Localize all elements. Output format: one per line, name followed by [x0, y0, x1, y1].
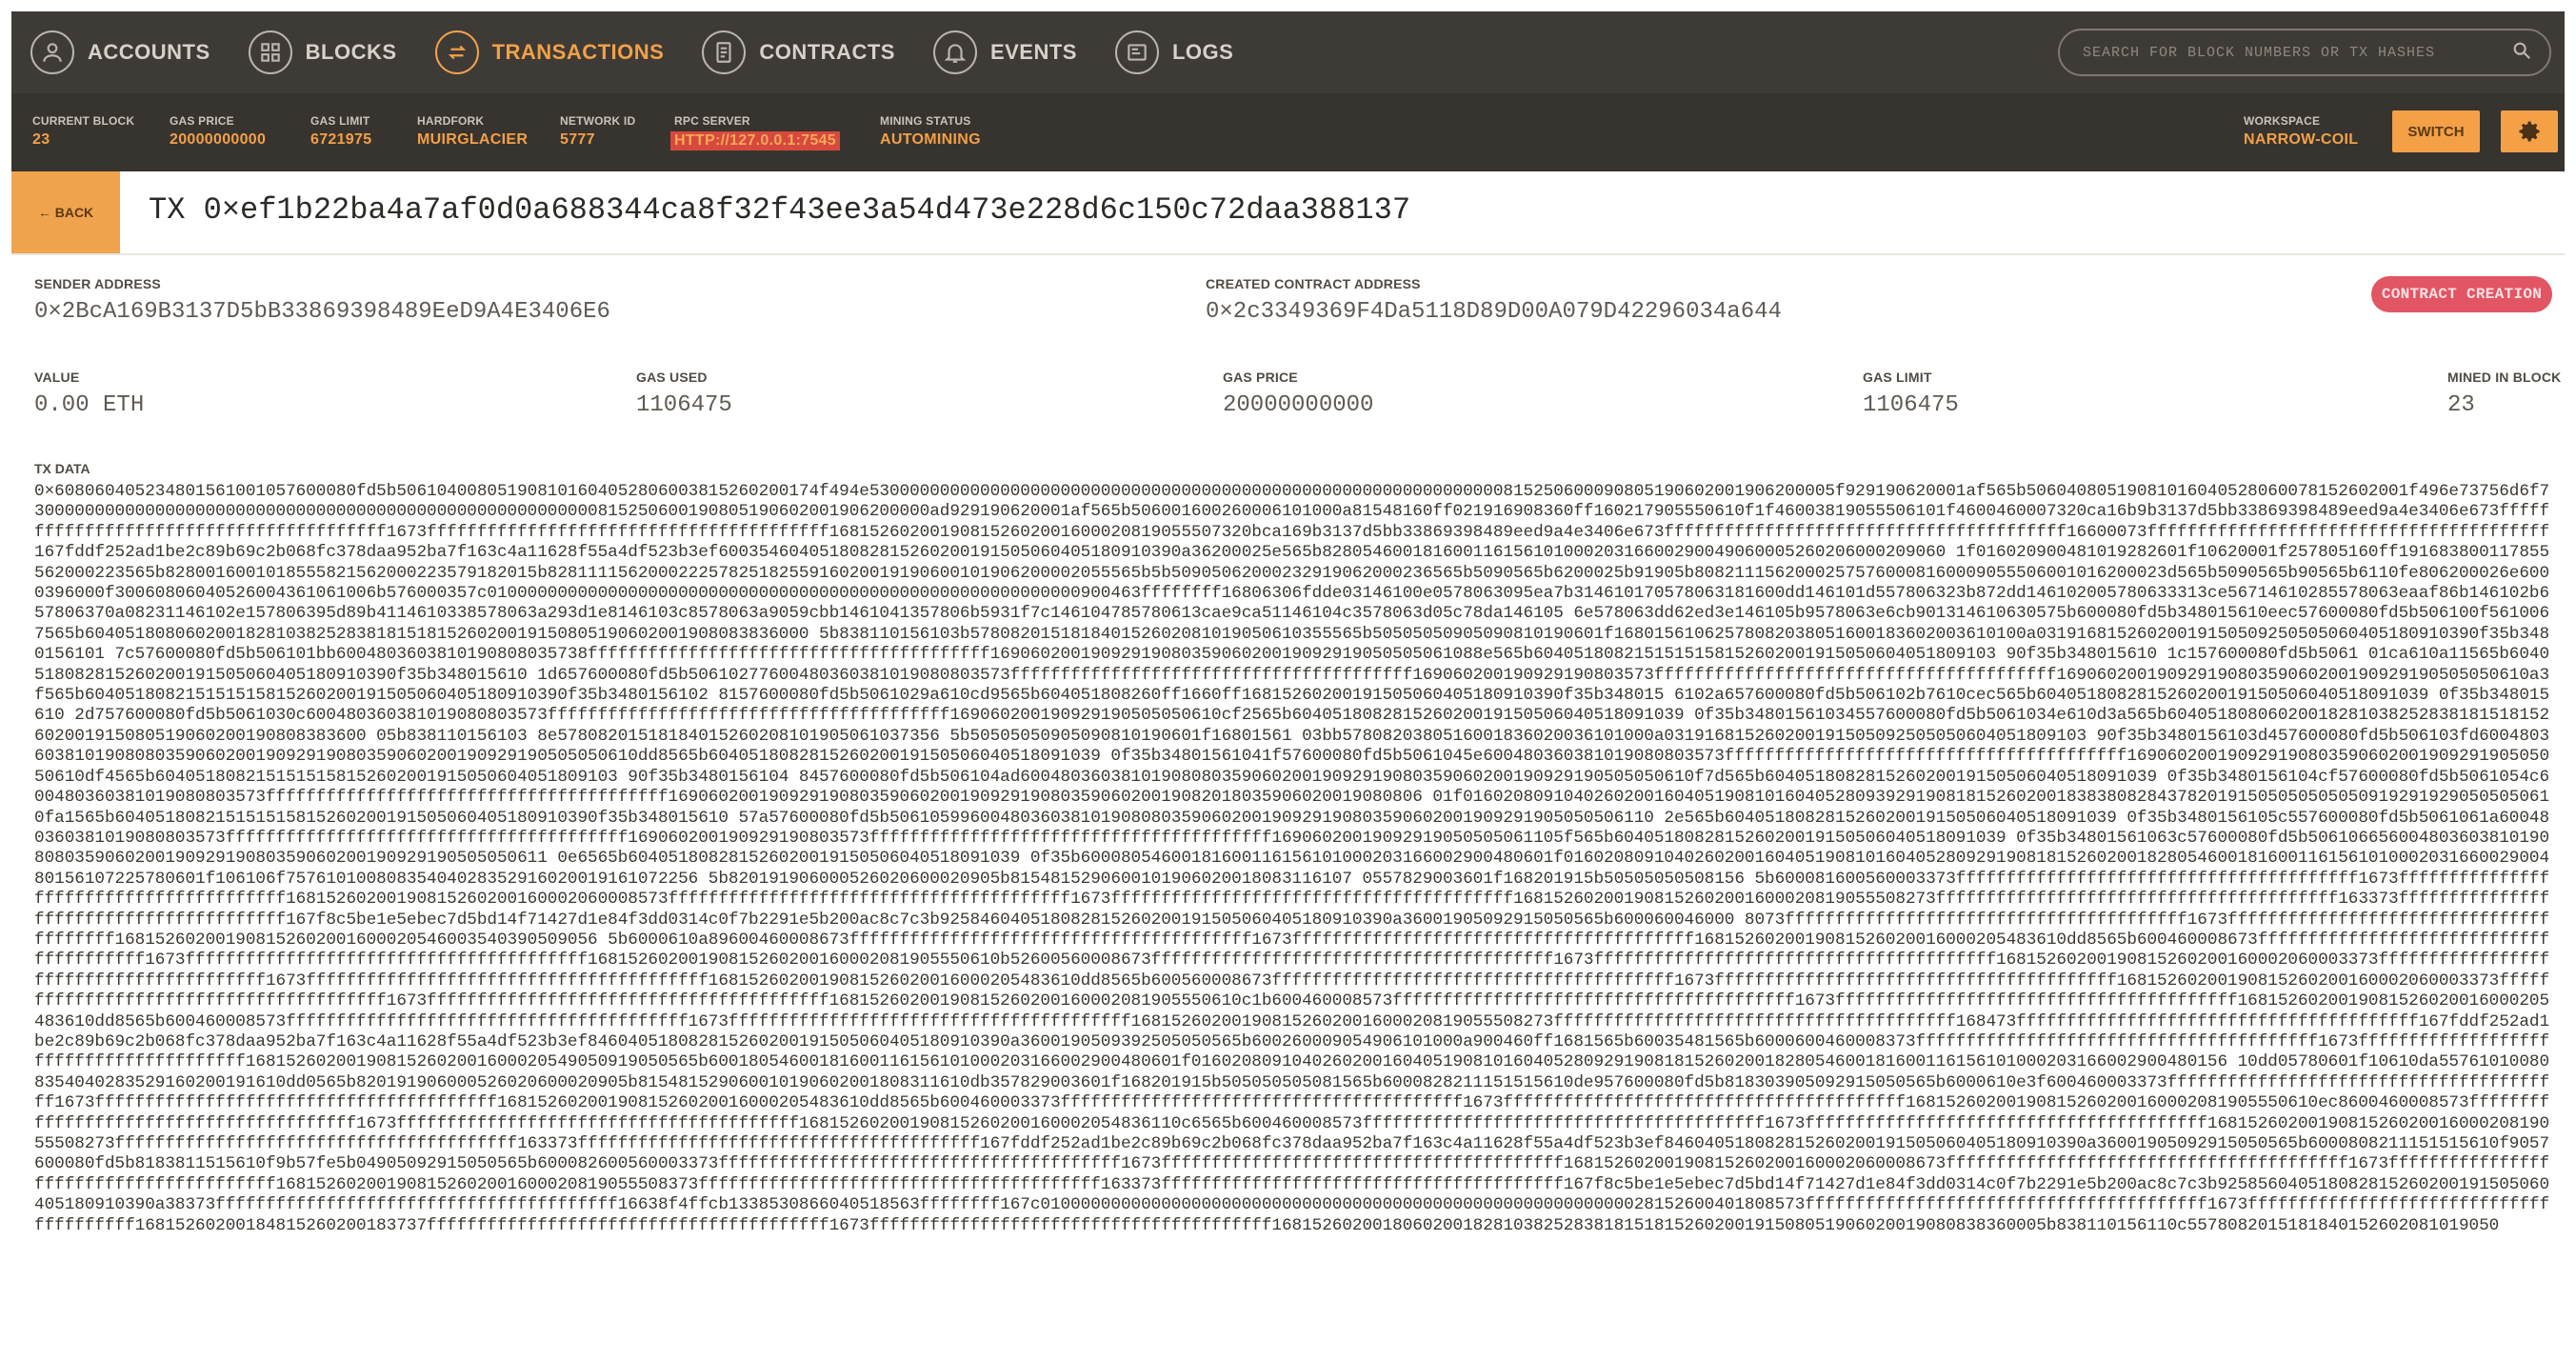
stat-value: MUIRGLACIER: [417, 131, 529, 148]
tab-label: TRANSACTIONS: [491, 40, 665, 64]
stat-label: WORKSPACE: [2244, 114, 2321, 128]
tab-label: EVENTS: [989, 40, 1077, 64]
stat-value: 23: [32, 131, 50, 148]
gas-price: GAS PRICE 20000000000: [1223, 370, 1373, 418]
transactions-icon: [434, 30, 479, 74]
logs-icon: [1114, 30, 1159, 74]
contract-creation-badge: CONTRACT CREATION: [2371, 276, 2552, 312]
tx-data-label: TX DATA: [34, 461, 90, 476]
ganache-window: ACCOUNTS BLOCKS TRANSACTIONS CONTRACTS E…: [11, 11, 2565, 1361]
bell-icon: [932, 30, 977, 74]
stat-value: 6721975: [310, 131, 372, 148]
tx-header: ← BACK TX 0×ef1b22ba4a7af0d0a688344ca8f3…: [11, 171, 2565, 255]
tab-logs[interactable]: LOGS: [1114, 30, 1234, 74]
gas-limit: GAS LIMIT 1106475: [1863, 370, 1959, 418]
gas-used: GAS USED 1106475: [636, 370, 732, 418]
stat-mining-status: MINING STATUS AUTOMINING: [880, 114, 981, 149]
tab-transactions[interactable]: TRANSACTIONS: [434, 30, 665, 74]
field-value: 0.00 ETH: [34, 392, 145, 418]
search-icon[interactable]: [2511, 40, 2532, 66]
field-label: GAS PRICE: [1223, 370, 1298, 385]
stat-current-block: CURRENT BLOCK 23: [32, 114, 134, 149]
field-label: VALUE: [34, 370, 80, 385]
field-value: 1106475: [636, 392, 732, 418]
tx-data: 0×608060405234801561001057600080fd5b5061…: [34, 482, 2550, 1235]
search-input[interactable]: [2081, 43, 2511, 62]
tab-label: LOGS: [1171, 40, 1234, 64]
switch-button[interactable]: SWITCH: [2392, 110, 2480, 152]
status-bar: CURRENT BLOCK 23 GAS PRICE 20000000000 G…: [11, 93, 2565, 171]
tab-blocks[interactable]: BLOCKS: [248, 30, 397, 74]
stat-label: GAS PRICE: [170, 114, 234, 128]
field-value: 1106475: [1863, 392, 1959, 418]
top-nav: ACCOUNTS BLOCKS TRANSACTIONS CONTRACTS E…: [11, 11, 2565, 93]
stat-label: HARDFORK: [417, 114, 485, 128]
tx-value: VALUE 0.00 ETH: [34, 370, 144, 418]
blocks-icon: [248, 30, 292, 74]
field-label: SENDER ADDRESS: [34, 276, 161, 291]
stat-value: HTTP://127.0.0.1:7545: [670, 131, 840, 150]
stat-value: 5777: [560, 131, 595, 148]
field-label: GAS USED: [636, 370, 708, 385]
mined-in-block: MINED IN BLOCK 23: [2447, 370, 2561, 418]
tab-events[interactable]: EVENTS: [932, 30, 1077, 74]
sender-address: SENDER ADDRESS 0×2BcA169B3137D5bB3386939…: [34, 276, 610, 325]
stat-value: 20000000000: [170, 131, 267, 148]
field-label: GAS LIMIT: [1863, 370, 1932, 385]
stat-rpc-server: RPC SERVER HTTP://127.0.0.1:7545: [670, 114, 840, 150]
tab-label: ACCOUNTS: [88, 40, 210, 64]
field-value: 20000000000: [1223, 392, 1374, 418]
stat-value: AUTOMINING: [880, 131, 981, 148]
field-value: 23: [2447, 392, 2475, 418]
tab-label: CONTRACTS: [759, 40, 895, 64]
stat-gas-limit: GAS LIMIT 6721975: [310, 114, 371, 149]
stat-label: RPC SERVER: [674, 114, 750, 128]
contracts-icon: [702, 30, 747, 74]
page-title: TX 0×ef1b22ba4a7af0d0a688344ca8f32f43ee3…: [149, 192, 1411, 228]
field-label: MINED IN BLOCK: [2447, 370, 2562, 385]
stat-hardfork: HARDFORK MUIRGLACIER: [417, 114, 528, 149]
settings-button[interactable]: [2501, 110, 2558, 152]
back-button[interactable]: ← BACK: [11, 171, 120, 253]
stat-label: CURRENT BLOCK: [32, 114, 135, 128]
account-icon: [30, 30, 74, 74]
stat-workspace: WORKSPACE NARROW-COIL: [2244, 114, 2358, 149]
created-contract-address: CREATED CONTRACT ADDRESS 0×2c3349369F4Da…: [1206, 276, 1782, 325]
tab-accounts[interactable]: ACCOUNTS: [30, 30, 210, 74]
gear-icon: [2519, 121, 2540, 142]
field-value: 0×2BcA169B3137D5bB33869398489EeD9A4E3406…: [34, 299, 610, 325]
stat-value: NARROW-COIL: [2244, 131, 2359, 148]
stat-label: NETWORK ID: [560, 114, 636, 128]
field-value: 0×2c3349369F4Da5118D89D00A079D42296034a6…: [1206, 299, 1782, 325]
field-label: CREATED CONTRACT ADDRESS: [1206, 276, 1421, 291]
stat-network-id: NETWORK ID 5777: [560, 114, 635, 149]
tab-contracts[interactable]: CONTRACTS: [702, 30, 895, 74]
stat-gas-price: GAS PRICE 20000000000: [170, 114, 266, 149]
search-box: [2058, 29, 2551, 76]
tab-label: BLOCKS: [305, 40, 397, 64]
stat-label: GAS LIMIT: [310, 114, 370, 128]
stat-label: MINING STATUS: [880, 114, 971, 128]
